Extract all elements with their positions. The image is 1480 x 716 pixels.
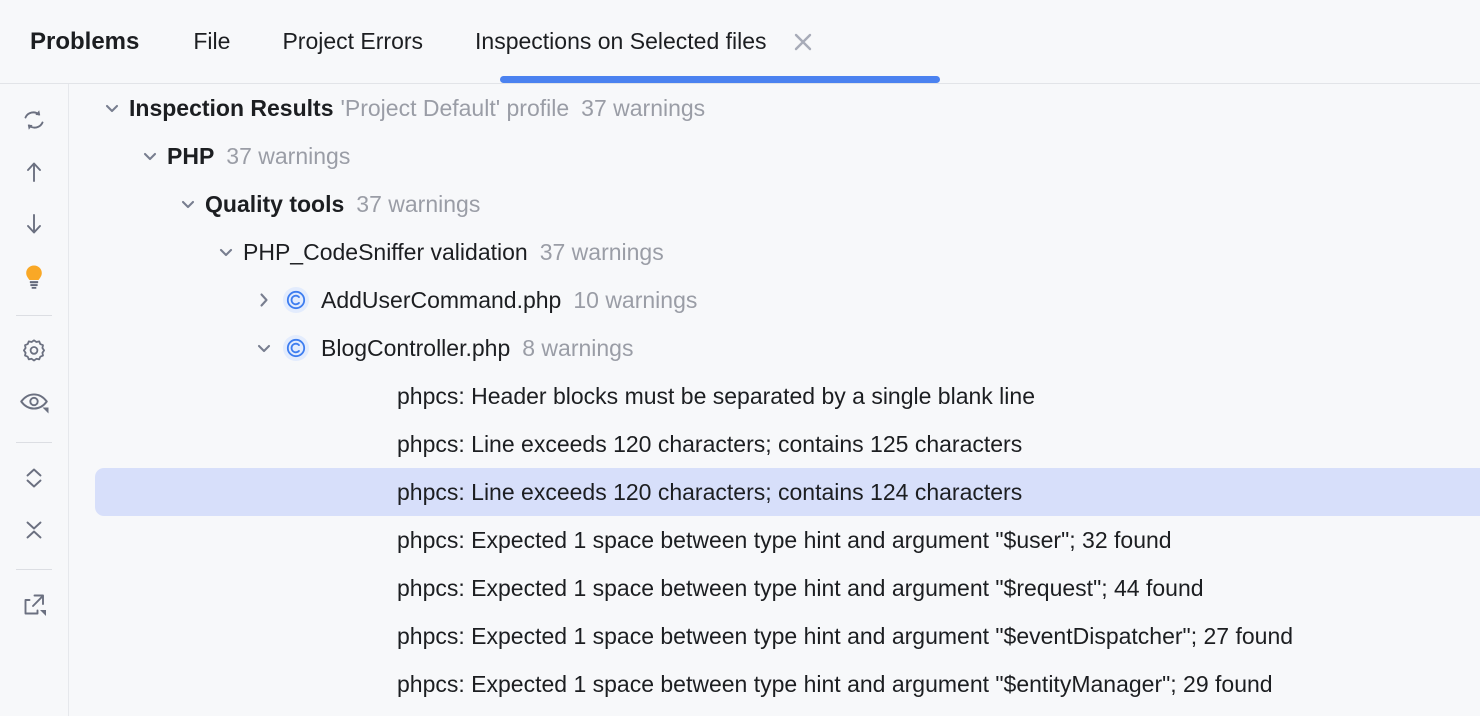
tree-node-profile: 'Project Default' profile (340, 94, 570, 121)
toolbar-separator (16, 569, 52, 570)
tree-node-php[interactable]: PHP 37 warnings (69, 132, 1480, 180)
inspection-results-tree[interactable]: Inspection Results 'Project Default' pro… (69, 84, 1480, 716)
tab-inspections-on-selected-files[interactable]: Inspections on Selected files (475, 0, 767, 84)
tree-leaf-problem[interactable]: phpcs: Line exceeds 120 characters; cont… (69, 420, 1480, 468)
chevron-down-icon[interactable] (247, 331, 281, 365)
tree-node-label: Quality tools (205, 190, 345, 217)
chevron-down-icon[interactable] (95, 91, 129, 125)
chevron-down-icon[interactable] (171, 187, 205, 221)
tab-file-label: File (193, 28, 231, 54)
tree-leaf-problem[interactable]: phpcs: Expected 1 space between type hin… (69, 516, 1480, 564)
tree-leaf-problem[interactable]: phpcs: Expected 1 space between type hin… (69, 660, 1480, 708)
tab-inspections-label: Inspections on Selected files (475, 28, 767, 54)
collapse-all-icon[interactable] (12, 508, 56, 552)
tree-node-file-blog-controller[interactable]: BlogController.php 8 warnings (69, 324, 1480, 372)
expand-all-icon[interactable] (12, 456, 56, 500)
tree-node-file-adduser-command[interactable]: AddUserCommand.php 10 warnings (69, 276, 1480, 324)
chevron-down-icon[interactable] (209, 235, 243, 269)
content-area: Inspection Results 'Project Default' pro… (0, 84, 1480, 716)
problem-text: phpcs: Line exceeds 120 characters; cont… (397, 478, 1023, 505)
tree-leaf-problem-selected[interactable]: phpcs: Line exceeds 120 characters; cont… (95, 468, 1480, 516)
tree-node-count: 10 warnings (573, 286, 698, 313)
tree-node-count: 37 warnings (226, 142, 351, 169)
tab-bar: Problems File Project Errors Inspections… (0, 0, 1480, 84)
tree-node-label: AddUserCommand.php (321, 286, 562, 313)
php-class-icon (281, 333, 311, 363)
problem-text: phpcs: Expected 1 space between type hin… (397, 670, 1273, 697)
problem-text: phpcs: Expected 1 space between type hin… (397, 574, 1204, 601)
next-problem-icon[interactable] (12, 202, 56, 246)
toolbar-separator (16, 442, 52, 443)
tree-node-count: 37 warnings (356, 190, 481, 217)
tree-node-label: BlogController.php (321, 334, 511, 361)
php-class-icon (281, 285, 311, 315)
page-title: Problems (30, 27, 140, 55)
tree-node-label: PHP (167, 142, 215, 169)
active-tab-underline (500, 76, 940, 83)
tree-node-count: 37 warnings (581, 94, 706, 121)
previous-problem-icon[interactable] (12, 150, 56, 194)
tree-node-count: 37 warnings (539, 238, 664, 265)
chevron-right-icon[interactable] (247, 283, 281, 317)
problem-text: phpcs: Expected 1 space between type hin… (397, 622, 1294, 649)
close-icon[interactable] (783, 22, 823, 62)
tree-node-quality-tools[interactable]: Quality tools 37 warnings (69, 180, 1480, 228)
tab-file[interactable]: File (193, 0, 230, 84)
problem-text: phpcs: Line exceeds 120 characters; cont… (397, 430, 1023, 457)
rerun-icon[interactable] (12, 98, 56, 142)
toolbar-separator (16, 315, 52, 316)
chevron-down-icon[interactable] (133, 139, 167, 173)
tree-node-label: PHP_CodeSniffer validation (243, 238, 528, 265)
tree-node-count: 8 warnings (522, 334, 634, 361)
problem-text: phpcs: Expected 1 space between type hin… (397, 526, 1172, 553)
export-icon[interactable] (12, 583, 56, 627)
tab-project-errors[interactable]: Project Errors (282, 0, 423, 84)
settings-gear-icon[interactable] (12, 329, 56, 373)
tree-node-phpcodesniffer-validation[interactable]: PHP_CodeSniffer validation 37 warnings (69, 228, 1480, 276)
tree-node-label: Inspection Results (129, 94, 334, 121)
tree-leaf-problem[interactable]: phpcs: Header blocks must be separated b… (69, 372, 1480, 420)
tree-node-inspection-results[interactable]: Inspection Results 'Project Default' pro… (69, 84, 1480, 132)
tree-leaf-problem[interactable]: phpcs: Expected 1 space between type hin… (69, 564, 1480, 612)
problem-text: phpcs: Header blocks must be separated b… (397, 382, 1035, 409)
inspection-toolbar (0, 84, 69, 716)
lightbulb-icon[interactable] (12, 254, 56, 298)
eye-preview-icon[interactable] (12, 381, 56, 425)
tree-leaf-problem[interactable]: phpcs: Expected 1 space between type hin… (69, 612, 1480, 660)
tab-project-errors-label: Project Errors (282, 28, 424, 54)
